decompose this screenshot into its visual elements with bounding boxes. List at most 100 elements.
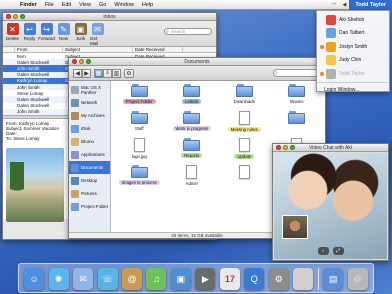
column-view-button[interactable]: ▥ xyxy=(112,68,121,78)
user-menu-item[interactable]: Todd Taylor xyxy=(317,67,389,81)
minimize-button[interactable] xyxy=(79,59,84,64)
finder-titlebar[interactable]: Documents xyxy=(69,58,325,66)
minimize-button[interactable] xyxy=(283,145,288,150)
sidebar-item[interactable]: Pictures xyxy=(69,187,110,200)
message-from: Steve Lomay xyxy=(17,90,44,96)
itunes-icon[interactable]: ♫ xyxy=(146,268,167,290)
iphoto-icon[interactable]: ▣ xyxy=(170,268,191,290)
menu-view[interactable]: View xyxy=(75,2,95,8)
user-picture-icon xyxy=(326,55,336,66)
folder-item[interactable]: Work in progress xyxy=(166,111,219,138)
minimize-button[interactable] xyxy=(13,14,18,19)
user-switch-dropdown: Aki Shelton Dan Talbert Joslyn Smith Judy C… xyxy=(316,10,390,93)
finder-sidebar: Mac OS X Panther Network My Archives iDisk k… xyxy=(69,81,111,232)
documents-stack-icon[interactable]: ▤ xyxy=(323,268,344,290)
user-menu-item[interactable]: Dan Talbert xyxy=(317,27,389,41)
file-item[interactable] xyxy=(218,165,271,192)
forward-button[interactable]: ↪ Forward xyxy=(38,23,55,41)
ichat-titlebar[interactable]: Video Chat with Aki xyxy=(273,144,388,152)
menu-edit[interactable]: Edit xyxy=(58,2,75,8)
user-switch-menu[interactable]: Todd Taylor xyxy=(349,0,392,10)
trash-icon[interactable]: ♲ xyxy=(347,268,368,290)
action-gear-icon: ⚙ xyxy=(126,70,132,77)
menu-help[interactable]: Help xyxy=(138,2,157,8)
folder-item[interactable]: Letters xyxy=(166,84,219,111)
icon-view-button[interactable]: ▦ xyxy=(94,68,103,78)
local-video-preview[interactable] xyxy=(282,215,308,239)
finder-search-input[interactable]: ⌕ xyxy=(273,69,321,77)
imovie-icon[interactable]: ▶ xyxy=(195,268,216,290)
ichat-icon[interactable]: ☏ xyxy=(97,268,118,290)
search-icon: ⌕ xyxy=(275,70,278,76)
sidebar-item[interactable]: Mac OS X Panther xyxy=(69,83,110,96)
user-menu-item[interactable]: Judy Chin xyxy=(317,54,389,68)
delete-button[interactable]: ✕ Delete xyxy=(5,23,20,41)
back-button[interactable]: ◀ xyxy=(73,68,82,78)
menu-go[interactable]: Go xyxy=(95,2,110,8)
menu-finder[interactable]: Finder xyxy=(16,2,41,8)
menu-file[interactable]: File xyxy=(41,2,58,8)
wifi-icon[interactable]: ◠ xyxy=(329,2,339,8)
close-button[interactable] xyxy=(276,145,281,150)
zoom-button[interactable] xyxy=(290,145,295,150)
user-menu-item[interactable]: Aki Shelton xyxy=(317,13,389,27)
mail-titlebar[interactable]: Inbox xyxy=(3,13,216,21)
menu-window[interactable]: Window xyxy=(110,2,138,8)
folder-item[interactable]: Project Folder xyxy=(113,84,166,111)
sidebar-item[interactable]: Desktop xyxy=(69,174,110,187)
address-book-icon[interactable]: @ xyxy=(122,268,143,290)
close-button[interactable] xyxy=(72,59,77,64)
sidebar-item[interactable]: Applications xyxy=(69,148,110,161)
file-item[interactable]: Update xyxy=(218,138,271,165)
sidebar-item[interactable]: ktlomo xyxy=(69,135,110,148)
ical-icon[interactable]: 17 xyxy=(219,268,240,290)
list-view-button[interactable]: ≡ xyxy=(103,68,112,78)
folder-item[interactable]: Reports xyxy=(166,138,219,165)
close-button[interactable] xyxy=(6,14,11,19)
volume-icon[interactable]: ◀ xyxy=(339,2,349,8)
file-item[interactable]: Meeting notes xyxy=(218,111,271,138)
folder-item[interactable]: Stuff xyxy=(113,111,166,138)
reply-button[interactable]: ↩ Reply xyxy=(22,23,37,41)
idisk-icon xyxy=(71,124,79,133)
sidebar-item[interactable]: Network xyxy=(69,96,110,109)
folder-item[interactable]: Images to process xyxy=(113,165,166,192)
folder-item[interactable] xyxy=(271,111,324,138)
login-window-item[interactable]: Login Window... xyxy=(317,84,389,98)
mute-button[interactable]: ♪ xyxy=(317,247,329,255)
logged-in-indicator xyxy=(320,44,324,49)
sidebar-item[interactable]: Documents xyxy=(69,161,110,174)
user-picture-icon xyxy=(326,28,336,39)
apple-icon[interactable] xyxy=(293,268,314,290)
folder-icon xyxy=(288,111,306,124)
column-view-icon: ▥ xyxy=(113,70,120,77)
user-menu-item[interactable]: Joslyn Smith xyxy=(317,40,389,54)
sidebar-item[interactable]: My Archives xyxy=(69,109,110,122)
folder-icon xyxy=(130,165,148,178)
zoom-button[interactable] xyxy=(86,59,91,64)
file-item[interactable]: Admin xyxy=(166,165,219,192)
mail-icon[interactable]: ✉ xyxy=(73,268,94,290)
fullscreen-button[interactable]: ⤢ xyxy=(332,247,344,255)
quicktime-icon[interactable]: Q xyxy=(244,268,265,290)
sidebar-item-label: ktlomo xyxy=(81,139,94,144)
file-item[interactable]: logo.jpg xyxy=(113,138,166,165)
sidebar-item[interactable]: Project Folder xyxy=(69,200,110,213)
sidebar-item[interactable]: iDisk xyxy=(69,122,110,135)
get-mail-button[interactable]: ✉ Get Mail xyxy=(90,23,105,46)
finder-icon[interactable]: ☺ xyxy=(24,268,45,290)
mail-search-input[interactable]: ⌕ Search xyxy=(164,28,212,35)
user-picture-icon xyxy=(326,41,336,52)
item-label: Stuff xyxy=(134,126,144,131)
zoom-button[interactable] xyxy=(20,14,25,19)
forward-button[interactable]: ▶ xyxy=(82,68,91,78)
junk-button[interactable]: ▣ Junk xyxy=(73,23,88,41)
new-message-button[interactable]: ✎ New xyxy=(56,23,71,41)
safari-icon[interactable]: ✺ xyxy=(48,268,69,290)
user-name: Aki Shelton xyxy=(339,16,365,23)
folder-item[interactable]: Downloads xyxy=(218,84,271,111)
system-preferences-icon[interactable]: ⚙ xyxy=(268,268,289,290)
action-button[interactable]: ⚙ xyxy=(124,68,134,78)
icon-view-icon: ▦ xyxy=(95,70,102,77)
attached-photo[interactable] xyxy=(6,147,64,222)
